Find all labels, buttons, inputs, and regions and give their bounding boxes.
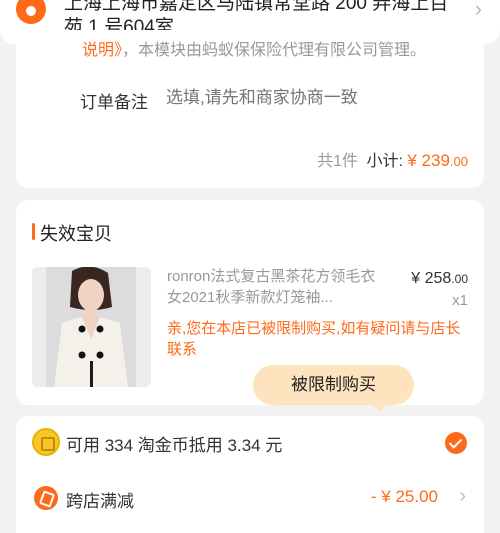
payment-options-card: 可用 334 淘金币抵用 3.34 元 跨店满减 - ¥ 25.00 › — [16, 416, 484, 533]
location-pin-icon — [16, 0, 46, 24]
item-count: 共1件 — [317, 153, 358, 170]
remark-input[interactable] — [166, 88, 466, 108]
coin-checkbox-icon[interactable] — [445, 432, 467, 454]
taojinbi-coin-icon — [32, 428, 60, 456]
section-title: 失效宝贝 — [40, 224, 112, 244]
invalid-items-card: 失效宝贝 ronron法式复古黑茶花方领毛衣女2021秋季新款灯笼袖... ¥ … — [16, 200, 484, 405]
coin-deduction-text: 可用 334 淘金币抵用 3.34 元 — [66, 436, 283, 455]
order-subtotal: 共1件 小计: ¥ 239.00 — [317, 147, 468, 171]
product-price-int: 258 — [424, 270, 452, 287]
discount-label: 跨店满减 — [66, 492, 134, 511]
insurance-note: 说明》，本模块由蚂蚁保保险代理有限公司管理。 — [82, 36, 426, 60]
section-accent-bar — [32, 223, 35, 240]
discount-value: - ¥ 25.00 — [370, 487, 438, 506]
product-price-dec: .00 — [451, 272, 468, 286]
product-title[interactable]: ronron法式复古黑茶花方领毛衣女2021秋季新款灯笼袖... — [167, 266, 379, 308]
restricted-tooltip: 被限制购买 — [253, 365, 414, 411]
subtotal-price: ¥ 239.00 — [407, 151, 468, 170]
subtotal-dec: .00 — [449, 154, 468, 169]
product-price: ¥ 258.00 — [411, 270, 468, 288]
chevron-right-icon[interactable]: › — [459, 485, 466, 508]
insurance-note-text: ，本模块由蚂蚁保保险代理有限公司管理。 — [122, 42, 427, 59]
subtotal-label: 小计: — [366, 153, 403, 170]
product-currency: ¥ — [411, 270, 421, 287]
restriction-message: 亲,您在本店已被限制购买,如有疑问请与店长联系 — [167, 320, 461, 358]
order-summary-card: 说明》，本模块由蚂蚁保保险代理有限公司管理。 订单备注 共1件 小计: ¥ 23… — [16, 30, 484, 188]
insurance-note-link[interactable]: 说明》 — [82, 42, 122, 59]
chevron-right-icon[interactable]: › — [475, 0, 482, 22]
remark-label: 订单备注 — [80, 93, 148, 112]
product-image[interactable] — [32, 267, 151, 387]
product-quantity: x1 — [452, 292, 468, 309]
cross-store-discount-icon — [34, 486, 58, 510]
subtotal-currency: ¥ — [407, 151, 417, 170]
subtotal-int: 239 — [421, 151, 450, 170]
